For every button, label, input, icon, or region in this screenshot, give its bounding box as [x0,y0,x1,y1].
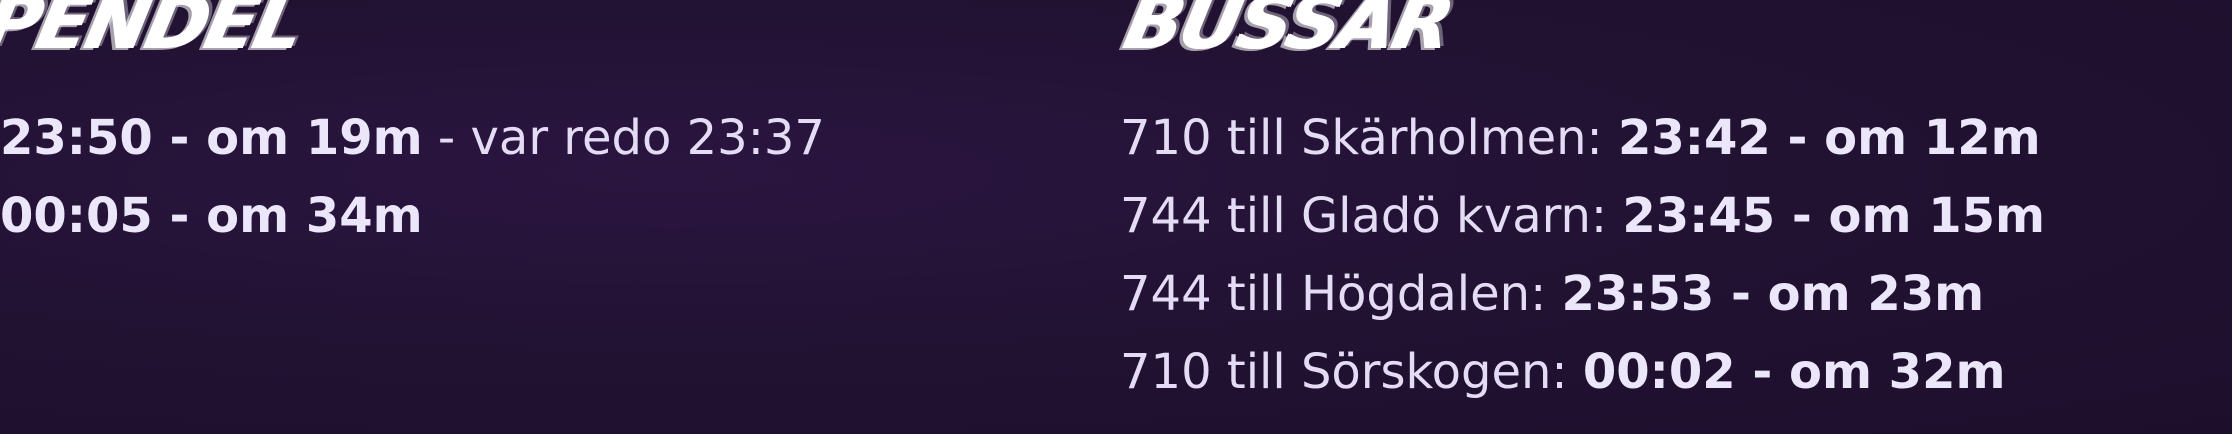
bus-departure-row: 744 till Gladö kvarn: 23:45 - om 15m [1120,186,2045,264]
bus-departure-row: 744 till Högdalen: 23:53 - om 23m [1120,264,2045,342]
pendel-heading: PENDEL [0,0,309,66]
pendel-departure-row: 00:05 - om 34m [0,186,825,264]
bus-departure-row: 710 till Skärholmen: 23:42 - om 12m [1120,108,2045,186]
departure-time: 00:02 - om 32m [1582,344,2006,400]
bus-route-label: 744 till Högdalen: [1120,266,1562,322]
departure-note: - var redo 23:37 [422,110,825,166]
bus-route-label: 710 till Sörskogen: [1120,344,1583,400]
pendel-departure-list: 23:50 - om 19m - var redo 23:37 00:05 - … [0,108,825,264]
departure-time: 23:53 - om 23m [1561,266,1985,322]
departure-time: 23:50 - om 19m [0,110,423,166]
bussar-departure-list: 710 till Skärholmen: 23:42 - om 12m 744 … [1120,108,2045,420]
departure-time: 23:45 - om 15m [1622,188,2046,244]
bus-route-label: 710 till Skärholmen: [1120,110,1618,166]
departure-time: 00:05 - om 34m [0,188,423,244]
pendel-departure-row: 23:50 - om 19m - var redo 23:37 [0,108,825,186]
bus-route-label: 744 till Gladö kvarn: [1120,188,1623,244]
departure-time: 23:42 - om 12m [1617,110,2041,166]
bussar-heading: BUSSAR [1116,0,1458,66]
bus-departure-row: 710 till Sörskogen: 00:02 - om 32m [1120,342,2045,420]
